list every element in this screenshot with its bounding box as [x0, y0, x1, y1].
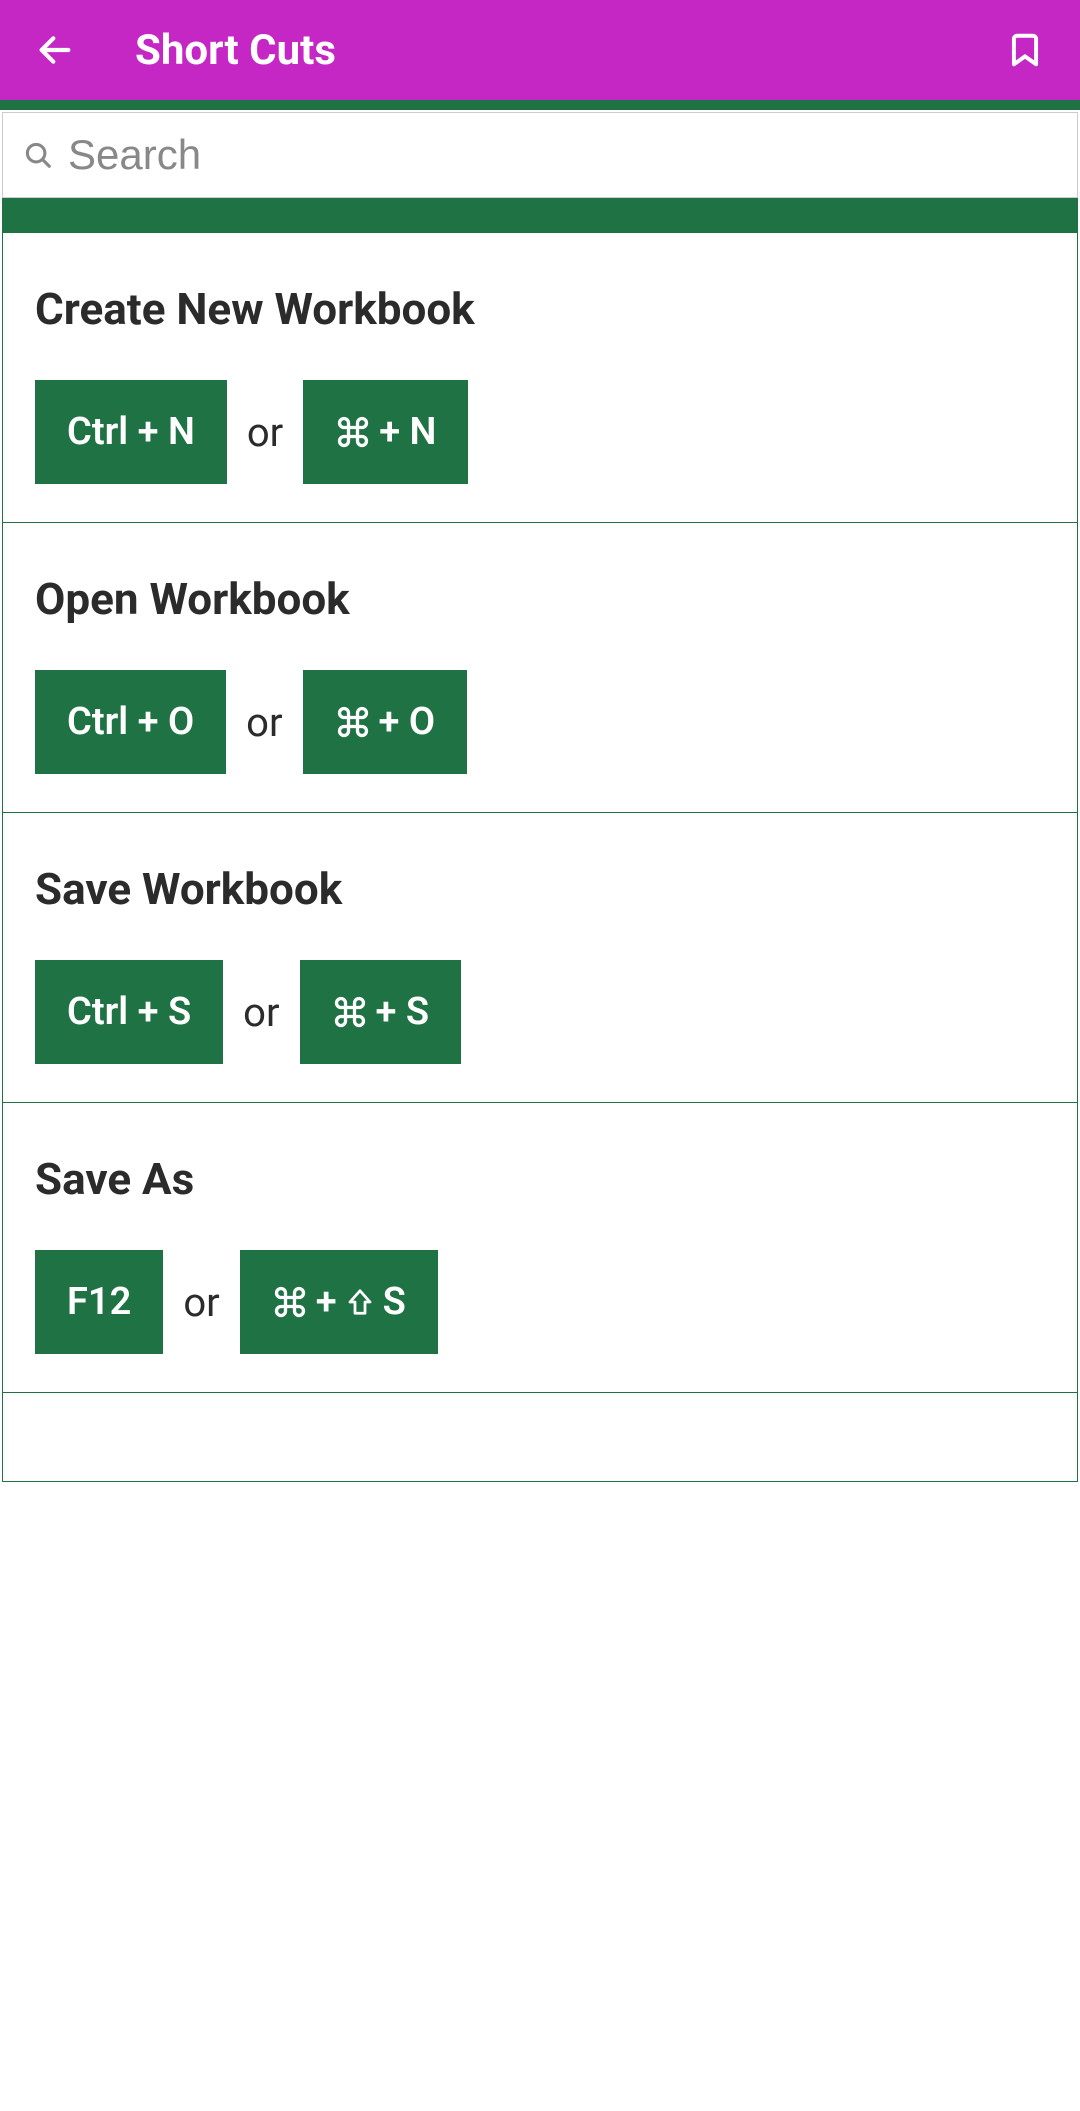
- shortcut-keys-row: Ctrl + N or + N: [35, 380, 1045, 484]
- command-icon: [332, 994, 368, 1030]
- shortcut-key-windows: Ctrl + S: [35, 960, 223, 1064]
- bookmark-button[interactable]: [1000, 25, 1050, 75]
- shortcut-separator: or: [243, 989, 279, 1036]
- shortcut-title: Save Workbook: [35, 863, 1045, 915]
- shortcut-key-mac: + N: [303, 380, 468, 484]
- shortcut-item[interactable]: Save Workbook Ctrl + S or + S: [3, 813, 1077, 1103]
- shortcut-key-mac-suffix: S: [383, 1280, 406, 1324]
- shortcut-item[interactable]: Save As F12 or + S: [3, 1103, 1077, 1393]
- shortcut-separator: or: [247, 409, 283, 456]
- bookmark-icon: [1006, 31, 1044, 69]
- back-button[interactable]: [30, 25, 80, 75]
- shortcut-key-windows: Ctrl + N: [35, 380, 227, 484]
- command-icon: [335, 414, 371, 450]
- shortcut-keys-row: Ctrl + O or + O: [35, 670, 1045, 774]
- shortcut-item[interactable]: Open Workbook Ctrl + O or + O: [3, 523, 1077, 813]
- shortcut-key-mac-suffix: + S: [376, 990, 430, 1034]
- shift-icon: [345, 1287, 375, 1317]
- command-icon: [335, 704, 371, 740]
- shortcut-separator: or: [183, 1279, 219, 1326]
- section-divider: [2, 198, 1078, 233]
- search-icon: [23, 140, 53, 170]
- shortcut-key-mac-mid: +: [316, 1280, 337, 1324]
- arrow-left-icon: [35, 30, 75, 70]
- shortcut-key-windows: Ctrl + O: [35, 670, 226, 774]
- shortcut-key-mac: + S: [240, 1250, 438, 1354]
- command-icon: [272, 1284, 308, 1320]
- shortcut-key-mac-suffix: + N: [379, 410, 436, 454]
- search-input[interactable]: [68, 131, 1057, 179]
- shortcut-title: Create New Workbook: [35, 283, 1045, 335]
- shortcut-item[interactable]: [3, 1393, 1077, 1482]
- shortcut-item[interactable]: Create New Workbook Ctrl + N or + N: [3, 233, 1077, 523]
- header-accent-band: [0, 100, 1080, 110]
- shortcut-key-mac-suffix: + O: [379, 700, 436, 744]
- shortcut-keys-row: Ctrl + S or + S: [35, 960, 1045, 1064]
- shortcut-key-mac: + S: [300, 960, 462, 1064]
- shortcut-key-mac: + O: [303, 670, 468, 774]
- app-header: Short Cuts: [0, 0, 1080, 100]
- shortcut-title: Save As: [35, 1153, 1045, 1205]
- shortcut-separator: or: [246, 699, 282, 746]
- shortcut-keys-row: F12 or + S: [35, 1250, 1045, 1354]
- page-title: Short Cuts: [135, 26, 336, 75]
- shortcut-key-windows: F12: [35, 1250, 163, 1354]
- search-container: [2, 112, 1078, 198]
- shortcuts-list: Create New Workbook Ctrl + N or + N Open…: [2, 233, 1078, 1482]
- shortcut-title: Open Workbook: [35, 573, 1045, 625]
